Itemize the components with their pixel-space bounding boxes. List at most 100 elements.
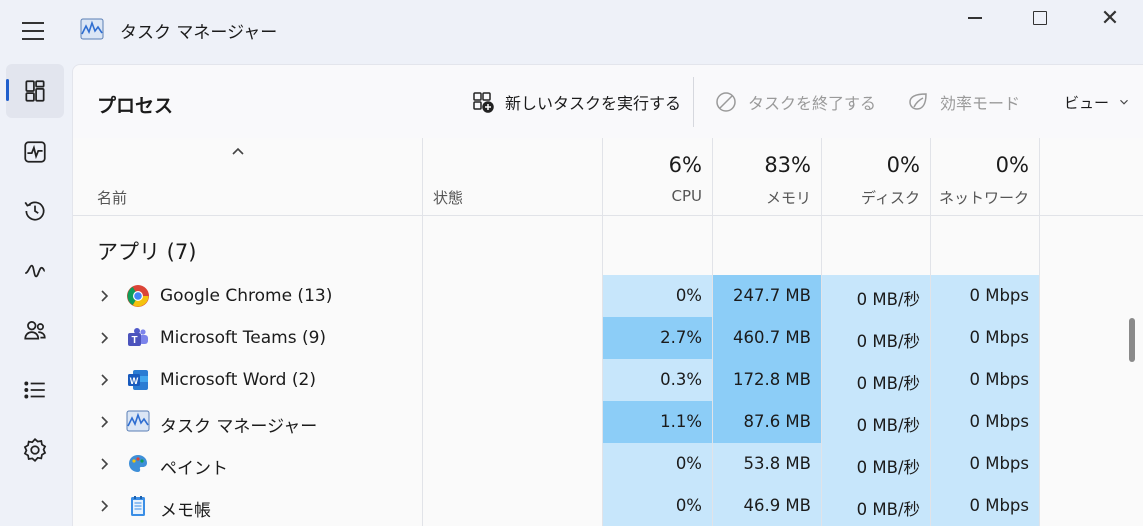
- app-title: タスク マネージャー: [120, 23, 278, 43]
- chevron-down-icon: [1120, 99, 1128, 105]
- column-header-status[interactable]: 状態: [433, 187, 463, 208]
- nav-performance[interactable]: [6, 125, 64, 179]
- nav-details[interactable]: [6, 363, 64, 417]
- view-dropdown[interactable]: ビュー: [1064, 85, 1131, 119]
- nav-startup[interactable]: [6, 244, 64, 298]
- close-icon: ✕: [1100, 5, 1120, 31]
- chevron-right-icon[interactable]: [99, 289, 109, 303]
- minimize-icon: [968, 17, 982, 19]
- disk-cell: 0 MB/秒: [822, 443, 930, 485]
- vertical-scrollbar[interactable]: [1129, 318, 1135, 362]
- network-cell: 0 Mbps: [931, 317, 1039, 359]
- memory-total-percent: 83%: [764, 153, 811, 177]
- chevron-right-icon[interactable]: [99, 457, 109, 471]
- cpu-cell: 0.3%: [603, 359, 712, 401]
- chevron-right-icon[interactable]: [99, 499, 109, 513]
- history-icon: [24, 201, 45, 221]
- table-row[interactable]: Google Chrome (13) 0% 247.7 MB 0 MB/秒 0 Mbps: [73, 275, 1143, 317]
- efficiency-mode-label: 効率モード: [940, 94, 1021, 113]
- nav-services[interactable]: [6, 423, 64, 477]
- hamburger-menu-icon[interactable]: [22, 22, 46, 42]
- close-button[interactable]: ✕: [1090, 4, 1130, 32]
- task-manager-icon: [126, 410, 150, 434]
- process-name: Microsoft Teams (9): [160, 328, 327, 348]
- memory-cell: 46.9 MB: [713, 485, 821, 526]
- sort-ascending-icon[interactable]: [231, 146, 245, 156]
- network-cell: 0 Mbps: [931, 275, 1039, 317]
- maximize-icon: [1033, 11, 1047, 25]
- column-header-name[interactable]: 名前: [97, 187, 127, 208]
- group-label-apps: アプリ (7): [97, 240, 197, 264]
- network-total-percent: 0%: [995, 153, 1029, 177]
- nav-users[interactable]: [6, 303, 64, 357]
- end-task-label: タスクを終了する: [748, 94, 877, 113]
- chevron-right-icon[interactable]: [99, 331, 109, 345]
- table-row[interactable]: T Microsoft Teams (9) 2.7% 460.7 MB 0 MB/秒 0 …: [73, 317, 1143, 359]
- disk-cell: 0 MB/秒: [822, 401, 930, 443]
- active-indicator: [6, 79, 9, 101]
- column-header-disk[interactable]: ディスク: [822, 187, 920, 208]
- network-cell: 0 Mbps: [931, 443, 1039, 485]
- left-navigation: [0, 64, 72, 526]
- memory-cell: 53.8 MB: [713, 443, 821, 485]
- chevron-right-icon[interactable]: [99, 415, 109, 429]
- minimize-button[interactable]: [955, 4, 995, 32]
- svg-text:T: T: [131, 335, 137, 346]
- table-row[interactable]: タスク マネージャー 1.1% 87.6 MB 0 MB/秒 0 Mbps: [73, 401, 1143, 443]
- process-name: メモ帳: [160, 501, 211, 521]
- column-header-memory[interactable]: メモリ: [713, 187, 811, 208]
- header-separator: [73, 215, 1143, 216]
- task-manager-app-icon: [80, 18, 104, 40]
- leaf-icon: [909, 93, 927, 110]
- end-task-button[interactable]: タスクを終了する: [714, 85, 876, 119]
- notepad-icon: [126, 494, 150, 518]
- cpu-cell: 2.7%: [603, 317, 712, 359]
- process-name: ペイント: [160, 459, 228, 479]
- view-label: ビュー: [1064, 93, 1110, 112]
- disk-cell: 0 MB/秒: [822, 485, 930, 526]
- cpu-cell: 0%: [603, 443, 712, 485]
- word-icon: W: [126, 368, 150, 392]
- startup-icon: [25, 264, 46, 278]
- details-icon: [24, 381, 45, 399]
- memory-cell: 247.7 MB: [713, 275, 821, 317]
- cpu-cell: 0%: [603, 485, 712, 526]
- maximize-button[interactable]: [1020, 4, 1060, 32]
- teams-icon: T: [126, 326, 150, 350]
- memory-cell: 460.7 MB: [713, 317, 821, 359]
- column-header-network[interactable]: ネットワーク: [931, 187, 1029, 208]
- process-name: Google Chrome (13): [160, 286, 333, 306]
- table-row[interactable]: メモ帳 0% 46.9 MB 0 MB/秒 0 Mbps: [73, 485, 1143, 526]
- run-new-task-label: 新しいタスクを実行する: [505, 94, 682, 113]
- processes-icon: [25, 80, 45, 102]
- chevron-right-icon[interactable]: [99, 373, 109, 387]
- efficiency-mode-button[interactable]: 効率モード: [906, 85, 1020, 119]
- process-table: 名前 状態 6% CPU 83% メモリ 0% ディスク 0% ネットワーク ア…: [73, 138, 1143, 526]
- main-panel: プロセス 新しいタスクを実行する タスクを終了する 効率モード ビュー 名前 状…: [72, 64, 1143, 526]
- chrome-icon: [126, 284, 150, 308]
- cpu-cell: 1.1%: [603, 401, 712, 443]
- network-cell: 0 Mbps: [931, 485, 1039, 526]
- toolbar-divider: [693, 77, 694, 127]
- process-name: Microsoft Word (2): [160, 370, 316, 390]
- table-row[interactable]: W Microsoft Word (2) 0.3% 172.8 MB 0 MB/秒 0 M…: [73, 359, 1143, 401]
- page-title: プロセス: [97, 95, 174, 117]
- disk-total-percent: 0%: [886, 153, 920, 177]
- nav-processes[interactable]: [6, 64, 64, 118]
- table-row[interactable]: ペイント 0% 53.8 MB 0 MB/秒 0 Mbps: [73, 443, 1143, 485]
- run-new-task-button[interactable]: 新しいタスクを実行する: [471, 85, 681, 119]
- title-bar: タスク マネージャー ✕: [0, 0, 1143, 64]
- svg-text:W: W: [130, 376, 139, 386]
- disk-cell: 0 MB/秒: [822, 359, 930, 401]
- column-header-cpu[interactable]: CPU: [603, 187, 703, 205]
- performance-icon: [24, 141, 46, 163]
- cpu-total-percent: 6%: [668, 153, 702, 177]
- disk-cell: 0 MB/秒: [822, 275, 930, 317]
- services-icon: [23, 437, 47, 463]
- new-task-icon: [473, 92, 494, 113]
- cpu-cell: 0%: [603, 275, 712, 317]
- memory-cell: 87.6 MB: [713, 401, 821, 443]
- network-cell: 0 Mbps: [931, 401, 1039, 443]
- nav-app-history[interactable]: [6, 184, 64, 238]
- paint-icon: [126, 452, 150, 476]
